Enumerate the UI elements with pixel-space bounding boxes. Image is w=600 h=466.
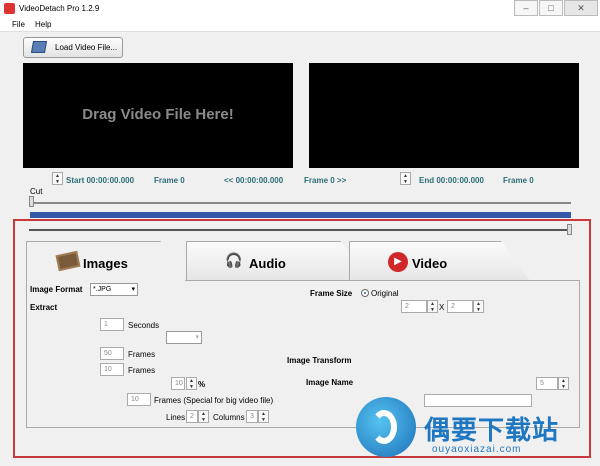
dropdown-arrow-icon: ▾ — [131, 286, 135, 293]
height-input[interactable]: 2 — [447, 300, 473, 313]
image-transform-label: Image Transform — [287, 356, 352, 365]
images-icon — [55, 250, 81, 272]
end-time: End 00:00:00.000 — [419, 176, 484, 185]
drag-hint: Drag Video File Here! — [82, 106, 234, 123]
image-name-input[interactable] — [424, 394, 532, 407]
watermark-url: ouyaoxiazai.com — [432, 444, 522, 455]
cut-slider-handle[interactable] — [29, 196, 34, 207]
original-radio[interactable] — [361, 289, 369, 297]
frames-input-1[interactable]: 50 — [100, 347, 124, 360]
play-icon: ▶ — [388, 252, 408, 272]
menu-file[interactable]: File — [12, 20, 25, 29]
columns-input[interactable]: 3 — [246, 410, 258, 423]
extract-label: Extract — [30, 303, 58, 312]
tab-audio[interactable]: 🎧 Audio — [186, 241, 370, 281]
title-bar: VideoDetach Pro 1.2.9 – □ ✕ — [0, 0, 600, 18]
close-button[interactable]: ✕ — [564, 0, 598, 16]
columns-label: Columns — [213, 413, 245, 422]
menu-bar: File Help — [0, 18, 600, 32]
frames-input-3[interactable]: 10 — [127, 393, 151, 406]
percent-label: % — [198, 380, 206, 389]
tab-images-label: Images — [83, 256, 128, 271]
image-format-value: *.JPG — [93, 286, 112, 293]
lines-input[interactable]: 2 — [186, 410, 198, 423]
tab-video[interactable]: ▶ Video — [349, 241, 530, 281]
load-video-button[interactable]: Load Video File... — [23, 37, 123, 58]
end-stepper[interactable]: ▲ ▼ — [400, 172, 411, 185]
video-file-icon — [30, 41, 48, 53]
headphones-icon: 🎧 — [225, 252, 243, 268]
cut-range-bar — [30, 212, 571, 218]
tab-video-label: Video — [412, 256, 448, 271]
cut-label: Cut — [30, 187, 43, 196]
times-label: X — [439, 303, 445, 312]
width-input[interactable]: 2 — [401, 300, 427, 313]
tab-audio-label: Audio — [249, 256, 286, 271]
start-time: Start 00:00:00.000 — [66, 176, 135, 185]
dropdown-arrow-icon: ▾ — [195, 334, 199, 341]
start-frame: Frame 0 — [154, 176, 185, 185]
maximize-button[interactable]: □ — [539, 0, 563, 16]
lines-label: Lines — [166, 413, 186, 422]
menu-help[interactable]: Help — [35, 20, 51, 29]
video-drop-area[interactable]: Drag Video File Here! — [23, 63, 293, 168]
width-stepper[interactable]: ▲ ▼ — [427, 300, 438, 313]
percent-input[interactable]: 10 — [171, 377, 185, 390]
watermark-text: 偶要下载站 — [424, 415, 560, 445]
watermark-logo-mark — [371, 410, 397, 444]
start-stepper[interactable]: ▲ ▼ — [52, 172, 63, 185]
name-counter-input[interactable]: 5 — [536, 377, 558, 390]
seconds-input[interactable]: 1 — [100, 318, 124, 331]
current-time: << 00:00:00.000 — [224, 176, 284, 185]
unit-select[interactable]: ▾ — [166, 331, 202, 344]
minimize-button[interactable]: – — [514, 0, 538, 16]
position-slider-handle[interactable] — [567, 224, 572, 235]
seconds-label: Seconds — [128, 321, 160, 330]
name-counter-stepper[interactable]: ▲ ▼ — [558, 377, 569, 390]
image-format-select[interactable]: *.JPG ▾ — [90, 283, 138, 296]
height-stepper[interactable]: ▲ ▼ — [473, 300, 484, 313]
lines-stepper[interactable]: ▲ ▼ — [198, 410, 209, 423]
frames-input-2[interactable]: 10 — [100, 363, 124, 376]
video-preview-pane — [309, 63, 579, 168]
frames-label-3: Frames (Special for big video file) — [154, 396, 274, 405]
frame-size-label: Frame Size — [310, 289, 353, 298]
frames-label-1: Frames — [128, 350, 156, 359]
cut-slider-track[interactable] — [30, 202, 571, 204]
load-video-label: Load Video File... — [55, 43, 118, 52]
app-icon — [4, 3, 15, 14]
window-title: VideoDetach Pro 1.2.9 — [19, 4, 100, 13]
image-name-label: Image Name — [306, 378, 354, 387]
image-format-label: Image Format — [30, 285, 83, 294]
frames-label-2: Frames — [128, 366, 156, 375]
original-label: Original — [371, 289, 399, 298]
current-frame: Frame 0 >> — [304, 176, 347, 185]
end-frame: Frame 0 — [503, 176, 534, 185]
tab-images[interactable]: Images — [26, 241, 186, 281]
columns-stepper[interactable]: ▲ ▼ — [258, 410, 269, 423]
percent-stepper[interactable]: ▲ ▼ — [186, 377, 197, 390]
position-slider-track[interactable] — [29, 229, 571, 231]
